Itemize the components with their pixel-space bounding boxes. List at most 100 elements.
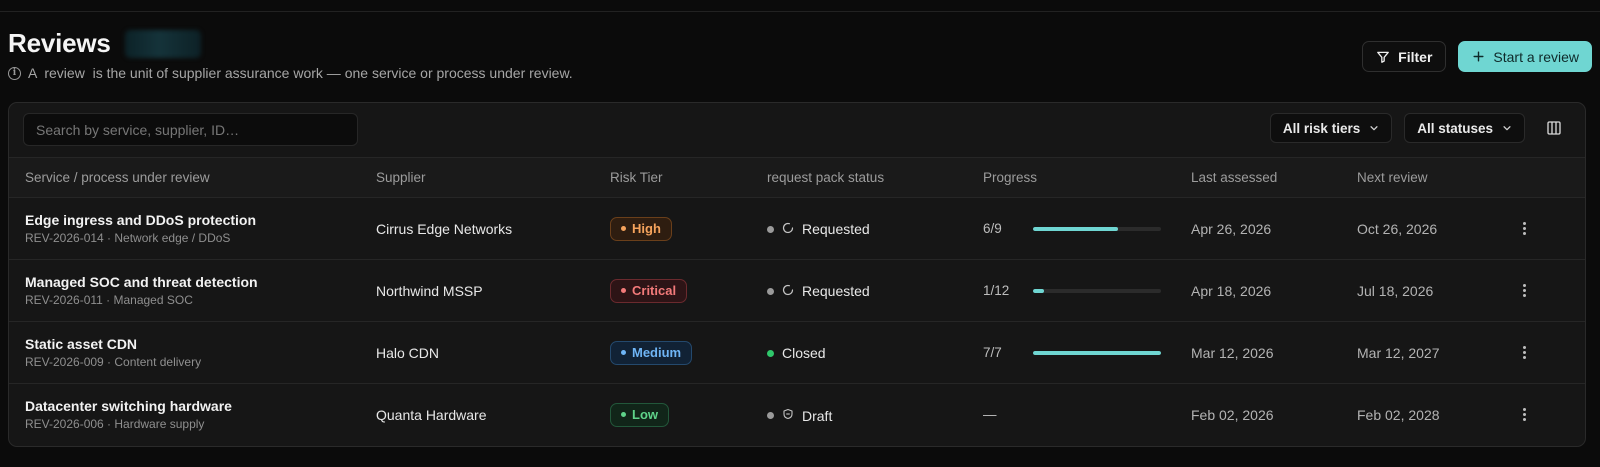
col-header-supplier[interactable]: Supplier	[376, 157, 610, 198]
col-header-request-pack-status[interactable]: request pack status	[767, 157, 983, 198]
risk-tier-label: Critical	[632, 283, 677, 298]
risk-tier-label: Medium	[632, 345, 682, 360]
status-label: Closed	[782, 345, 826, 362]
service-name[interactable]: Static asset CDN	[25, 336, 376, 352]
risk-tier-label: Low	[632, 407, 658, 423]
more-options-icon[interactable]	[1518, 222, 1530, 235]
table-toolbar: All risk tiers All statuses	[9, 103, 1585, 157]
last-assessed-date: Feb 02, 2026	[1191, 406, 1274, 423]
risk-dot	[621, 288, 626, 293]
risk-tier-select[interactable]: All risk tiers	[1269, 113, 1393, 143]
page-header: Reviews i A review is the unit of suppli…	[8, 28, 1592, 88]
subtitle-text: A review is the unit of supplier assuran…	[28, 65, 573, 81]
progress-cell: 6/9	[983, 221, 1191, 236]
table-header: Service / process under review Supplier …	[9, 157, 1585, 198]
title-row: Reviews	[8, 28, 1592, 59]
filter-button-label: Filter	[1398, 48, 1433, 65]
more-options-icon[interactable]	[1518, 284, 1530, 297]
supplier-cell: Cirrus Edge Networks	[376, 197, 610, 260]
col-header-last-assessed[interactable]: Last assessed	[1191, 157, 1357, 198]
next-review-date: Oct 26, 2026	[1357, 197, 1512, 260]
request-pack-status: Draft	[767, 408, 832, 424]
table-row[interactable]: Edge ingress and DDoS protection REV-202…	[9, 197, 1585, 260]
risk-dot	[621, 350, 626, 355]
risk-tier-label: High	[632, 221, 661, 236]
status-dot	[767, 412, 774, 419]
progress-fraction: 7/7	[983, 345, 1002, 360]
status-dot	[767, 349, 774, 357]
table-row[interactable]: Static asset CDN REV-2026-009 · Content …	[9, 321, 1585, 384]
header-actions: Filter Start a review	[1362, 41, 1592, 72]
filter-icon	[1377, 51, 1390, 63]
progress-bar-fill	[1033, 288, 1044, 293]
table-row[interactable]: Datacenter switching hardware REV-2026-0…	[9, 384, 1585, 446]
col-header-next-review[interactable]: Next review	[1357, 157, 1512, 198]
start-review-label: Start a review	[1493, 48, 1579, 65]
last-assessed-date: Mar 12, 2026	[1191, 321, 1357, 384]
status-label: Requested	[802, 283, 870, 300]
status-label: Requested	[802, 221, 870, 238]
service-meta: REV-2026-009 · Content delivery	[25, 355, 202, 369]
request-pack-status: Closed	[767, 345, 826, 361]
next-review-date: Jul 18, 2026	[1357, 259, 1512, 322]
col-header-risk-tier[interactable]: Risk Tier	[610, 157, 767, 198]
plus-icon	[1473, 51, 1484, 62]
progress-bar-fill	[1033, 350, 1161, 355]
progress-fraction: 1/12	[983, 283, 1010, 298]
status-dot	[767, 287, 774, 295]
risk-tier-badge: High	[610, 216, 672, 241]
reviews-table: Service / process under review Supplier …	[9, 157, 1585, 446]
columns-icon	[1547, 121, 1561, 135]
chevron-down-icon	[1370, 126, 1378, 131]
progress-fraction: —	[983, 407, 997, 423]
columns-button[interactable]	[1537, 113, 1571, 143]
page-subtitle: i A review is the unit of supplier assur…	[8, 65, 573, 81]
status-select[interactable]: All statuses	[1404, 113, 1525, 143]
service-name[interactable]: Edge ingress and DDoS protection	[25, 212, 376, 228]
pending-spinner-icon	[782, 284, 794, 299]
progress-bar-fill	[1033, 226, 1119, 231]
service-name[interactable]: Datacenter switching hardware	[25, 398, 376, 414]
redacted-badge	[124, 29, 201, 58]
service-name[interactable]: Managed SOC and threat detection	[25, 274, 376, 290]
service-meta: REV-2026-014 · Network edge / DDoS	[25, 231, 231, 245]
start-review-button[interactable]: Start a review	[1458, 41, 1592, 72]
risk-tier-badge: Medium	[610, 340, 693, 365]
risk-dot	[621, 226, 626, 231]
col-header-progress[interactable]: Progress	[983, 157, 1191, 198]
progress-bar	[1033, 226, 1161, 231]
status-select-value: All statuses	[1417, 120, 1493, 136]
request-pack-status: Requested	[767, 221, 870, 237]
service-meta: REV-2026-011 · Managed SOC	[25, 293, 193, 307]
pending-spinner-icon	[782, 222, 794, 237]
status-dot	[767, 225, 774, 233]
filter-button[interactable]: Filter	[1362, 41, 1447, 72]
table-body: Edge ingress and DDoS protection REV-202…	[9, 197, 1585, 446]
next-review-date: Feb 02, 2028	[1357, 406, 1440, 423]
supplier-cell: Halo CDN	[376, 321, 610, 384]
risk-dot	[621, 412, 626, 418]
progress-fraction: 6/9	[983, 221, 1002, 236]
chevron-down-icon	[1503, 126, 1511, 131]
progress-cell: 1/12	[983, 283, 1191, 298]
supplier-cell: Northwind MSSP	[376, 259, 610, 322]
draft-shield-icon	[782, 408, 794, 423]
progress-bar	[1033, 288, 1161, 293]
more-options-icon[interactable]	[1518, 408, 1530, 422]
service-meta: REV-2026-006 · Hardware supply	[25, 417, 205, 432]
risk-tier-badge: Low	[610, 402, 669, 427]
col-header-service[interactable]: Service / process under review	[9, 157, 376, 198]
last-assessed-date: Apr 26, 2026	[1191, 197, 1357, 260]
top-divider	[0, 11, 1600, 12]
page-title: Reviews	[8, 28, 111, 58]
toolbar-filters: All risk tiers All statuses	[1269, 113, 1571, 143]
more-options-icon[interactable]	[1518, 346, 1530, 359]
risk-tier-badge: Critical	[610, 278, 688, 303]
table-row[interactable]: Managed SOC and threat detection REV-202…	[9, 259, 1585, 322]
info-icon: i	[8, 66, 21, 80]
reviews-card: All risk tiers All statuses Service / pr…	[8, 102, 1586, 447]
progress-cell: 7/7	[983, 345, 1191, 360]
search-input[interactable]	[23, 113, 358, 146]
next-review-date: Mar 12, 2027	[1357, 321, 1512, 384]
col-header-actions	[1512, 157, 1585, 198]
